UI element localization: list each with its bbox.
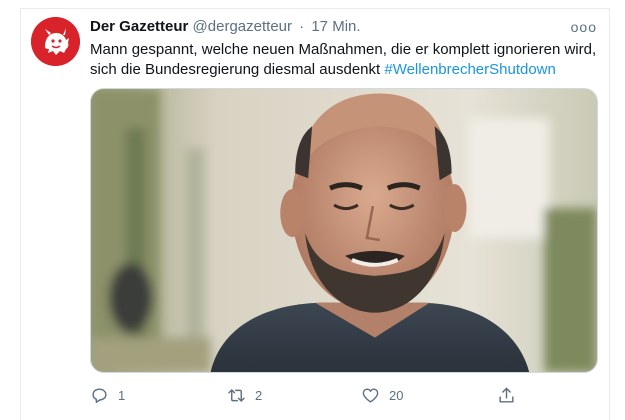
share-icon (499, 387, 514, 403)
author-handle[interactable]: @dergazetteur (193, 18, 292, 35)
red-bull-logo-icon (31, 17, 80, 66)
avatar[interactable] (31, 17, 80, 66)
share-button[interactable] (497, 384, 525, 406)
tweet-card[interactable]: Der Gazetteur @dergazetteur · 17 Min. oo… (20, 8, 610, 420)
reply-button[interactable]: 1 (90, 384, 125, 406)
more-options-button[interactable]: ooo (571, 17, 597, 37)
retweet-button[interactable]: 2 (227, 384, 262, 406)
like-button[interactable]: 20 (361, 384, 403, 406)
tweet-header: Der Gazetteur @dergazetteur · 17 Min. oo… (90, 17, 599, 37)
reply-count: 1 (118, 387, 126, 403)
heart-icon (362, 387, 379, 403)
tweet-photo[interactable] (90, 88, 598, 373)
like-count: 20 (389, 387, 404, 403)
header-separator: · (299, 18, 305, 35)
tweet-timestamp[interactable]: 17 Min. (311, 18, 360, 35)
retweet-icon (228, 388, 245, 402)
photo-man-smiling (91, 89, 597, 372)
author-name[interactable]: Der Gazetteur (90, 18, 188, 35)
reply-icon (92, 387, 107, 403)
tweet-text: Mann gespannt, welche neuen Maßnahmen, d… (90, 40, 600, 80)
hashtag-link[interactable]: #WellenbrecherShutdown (384, 61, 556, 78)
tweet-actions: 1 2 20 (90, 384, 530, 406)
retweet-count: 2 (255, 387, 263, 403)
